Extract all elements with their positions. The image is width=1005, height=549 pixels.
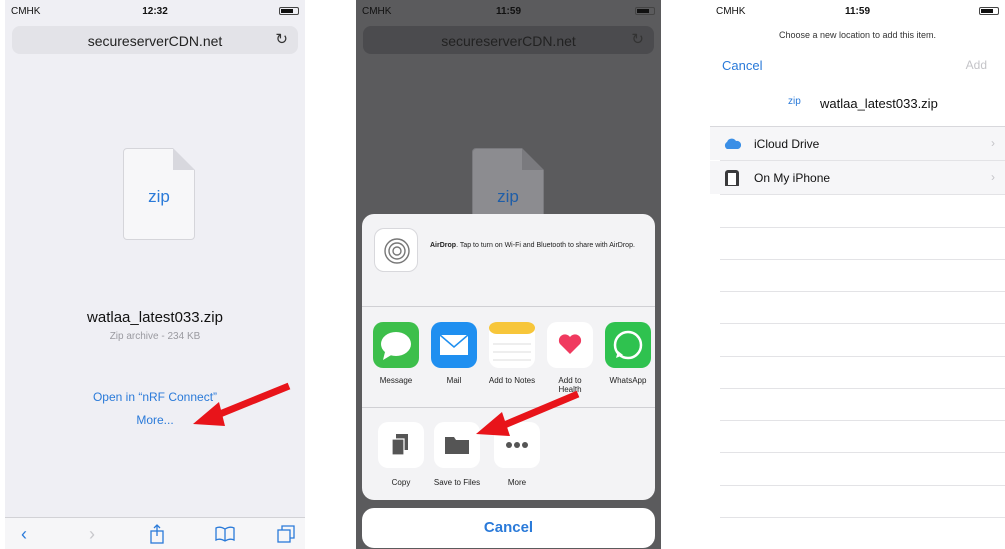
divider <box>720 517 1005 518</box>
divider <box>720 452 1005 453</box>
zip-file-icon-label: zip <box>148 187 170 206</box>
pointer-arrow <box>476 390 580 436</box>
action-label: More <box>507 478 527 487</box>
divider <box>720 388 1005 389</box>
message-icon <box>373 322 419 368</box>
share-sheet-screen: CMHK 11:59 secureserverCDN.net ↻ zip Air… <box>356 0 661 549</box>
divider <box>720 259 1005 260</box>
url-text: secureserverCDN.net <box>441 33 576 49</box>
location-on-my-iphone[interactable]: On My iPhone › <box>710 161 1005 194</box>
status-bar: CMHK 11:59 <box>710 0 1005 22</box>
share-icon[interactable] <box>149 524 165 544</box>
app-label: Mail <box>446 376 462 385</box>
airdrop-icon[interactable] <box>374 228 418 272</box>
divider <box>720 227 1005 228</box>
mail-icon <box>431 322 477 368</box>
location-prompt: Choose a new location to add this item. <box>778 30 937 40</box>
cancel-button[interactable]: Cancel <box>722 58 762 73</box>
whatsapp-icon <box>605 322 651 368</box>
forward-icon[interactable]: › <box>89 524 95 545</box>
icloud-icon <box>724 138 741 149</box>
reload-icon[interactable]: ↻ <box>631 30 644 48</box>
action-label: Copy <box>391 478 411 487</box>
zip-file-icon: zip <box>123 148 195 240</box>
app-message[interactable]: Message <box>372 322 420 385</box>
bookmarks-icon[interactable] <box>215 526 235 542</box>
zip-badge-icon: zip <box>788 96 801 107</box>
app-notes[interactable]: Add to Notes <box>488 322 536 385</box>
status-time: 11:59 <box>844 6 871 17</box>
airdrop-description: . Tap to turn on Wi-Fi and Bluetooth to … <box>456 242 635 249</box>
battery-icon <box>635 7 655 15</box>
status-bar: CMHK 11:59 <box>356 0 661 22</box>
safari-toolbar: ‹ › <box>5 517 305 549</box>
status-bar: CMHK 12:32 <box>5 0 305 22</box>
divider <box>720 420 1005 421</box>
divider <box>362 306 655 307</box>
location-label: iCloud Drive <box>754 137 820 151</box>
divider <box>720 485 1005 486</box>
app-mail[interactable]: Mail <box>430 322 478 385</box>
zip-file-icon-label: zip <box>497 187 519 206</box>
health-icon <box>547 322 593 368</box>
action-copy[interactable]: Copy <box>376 422 426 487</box>
url-text: secureserverCDN.net <box>87 33 223 49</box>
chevron-right-icon: › <box>991 136 995 150</box>
location-icloud-drive[interactable]: iCloud Drive › <box>710 127 1005 160</box>
add-button[interactable]: Add <box>966 58 987 72</box>
battery-icon <box>279 7 299 15</box>
share-sheet: AirDrop. Tap to turn on Wi-Fi and Blueto… <box>362 214 655 500</box>
battery-icon <box>979 7 999 15</box>
files-location-picker: CMHK 11:59 Choose a new location to add … <box>710 0 1005 549</box>
app-label: Message <box>379 376 413 385</box>
copy-icon <box>378 422 424 468</box>
cancel-button[interactable]: Cancel <box>362 508 655 548</box>
divider <box>720 356 1005 357</box>
file-info: Zip archive - 234 KB <box>109 331 201 342</box>
back-icon[interactable]: ‹ <box>21 524 27 545</box>
airdrop-text: AirDrop. Tap to turn on Wi-Fi and Blueto… <box>430 241 646 250</box>
reload-icon[interactable]: ↻ <box>275 30 288 48</box>
safari-download-screen: CMHK 12:32 secureserverCDN.net ↻ zip wat… <box>5 0 305 549</box>
divider <box>720 194 1005 195</box>
address-bar[interactable]: secureserverCDN.net ↻ <box>363 26 654 54</box>
airdrop-title: AirDrop <box>430 242 457 249</box>
app-label: Add to Notes <box>488 376 536 385</box>
action-label: Save to Files <box>433 478 481 487</box>
status-time: 12:32 <box>142 6 168 17</box>
address-bar[interactable]: secureserverCDN.net ↻ <box>12 26 298 54</box>
file-name: watlaa_latest033.zip <box>87 309 223 326</box>
iphone-icon <box>725 170 739 186</box>
app-health[interactable]: Add to Health <box>546 322 594 394</box>
pointer-arrow <box>193 382 291 426</box>
app-whatsapp[interactable]: WhatsApp <box>604 322 652 385</box>
status-time: 11:59 <box>495 6 522 17</box>
location-label: On My iPhone <box>754 171 831 185</box>
file-name: watlaa_latest033.zip <box>820 96 938 111</box>
notes-icon <box>489 322 535 368</box>
divider <box>720 323 1005 324</box>
divider <box>720 291 1005 292</box>
app-label: WhatsApp <box>609 376 647 385</box>
chevron-right-icon: › <box>991 170 995 184</box>
tabs-icon[interactable] <box>277 525 295 543</box>
